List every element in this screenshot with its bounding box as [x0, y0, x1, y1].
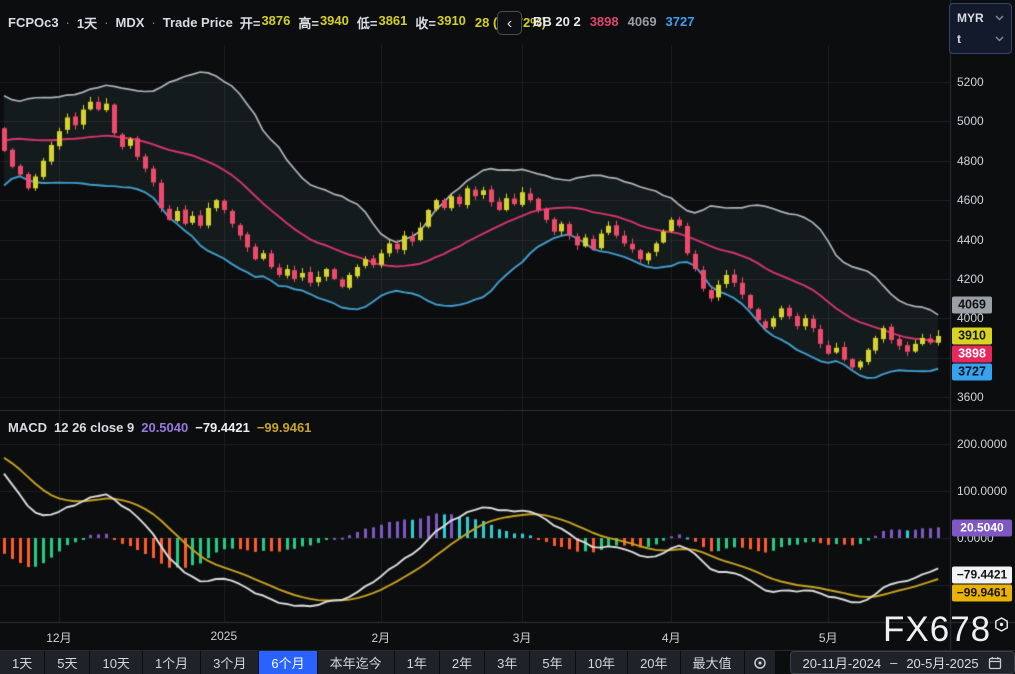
time-tick-label: 5月	[819, 629, 838, 646]
macd-line-value: −79.4421	[195, 420, 250, 435]
ohlc-value: 3940	[320, 13, 349, 32]
bb-title: BB 20 2	[533, 14, 581, 29]
range-button-1个月[interactable]: 1个月	[143, 651, 201, 674]
settings-button[interactable]	[745, 651, 776, 674]
ohlc-value: 3876	[261, 13, 290, 32]
price-tick-label: 4600	[957, 193, 984, 207]
unit-value: t	[957, 32, 961, 46]
macd-hist-value: 20.5040	[141, 420, 188, 435]
collapse-chevron-button[interactable]: ‹	[497, 11, 522, 35]
date-from: 20-11月-2024	[803, 653, 882, 672]
ohlc-value: 3861	[378, 13, 407, 32]
macd-badge: −79.4421	[952, 567, 1012, 584]
price-tick-label: 3600	[957, 390, 984, 404]
price-tick-label: 5000	[957, 114, 984, 128]
price-tick-label: 4200	[957, 272, 984, 286]
time-tick-label: 3月	[513, 629, 532, 646]
macd-badge: 20.5040	[952, 520, 1012, 537]
date-range-picker[interactable]: 20-11月-2024 – 20-5月-2025	[790, 651, 1015, 674]
calendar-icon	[988, 656, 1002, 670]
date-to: 20-5月-2025	[906, 653, 978, 672]
macd-params: 12 26 close 9	[54, 420, 134, 435]
range-button-本年迄今[interactable]: 本年迄今	[318, 651, 395, 674]
range-button-最大值[interactable]: 最大值	[681, 651, 745, 674]
range-button-1年[interactable]: 1年	[395, 651, 440, 674]
ohlc-value: 3910	[437, 13, 466, 32]
price-tick-label: 4000	[957, 311, 984, 325]
price-badge: 3910	[952, 327, 992, 344]
range-button-6个月[interactable]: 6个月	[259, 651, 317, 674]
currency-unit-selector: MYR t	[949, 3, 1012, 54]
range-button-1天[interactable]: 1天	[0, 651, 45, 674]
time-tick-label: 12月	[46, 629, 71, 646]
price-chart-canvas[interactable]	[0, 0, 1015, 674]
trading-chart-app: FCPOc3 · 1天 · MDX · Trade Price 开=3876 高=…	[0, 0, 1015, 674]
bb-lower-value: 3727	[666, 14, 695, 29]
ohlc-pair: 开=3876	[240, 13, 291, 32]
ohlc-pair: 收=3910	[415, 13, 466, 32]
ohlc-label: 收=	[415, 13, 436, 32]
price-badge: 3727	[952, 363, 992, 380]
ohlc-pair: 低=3861	[357, 13, 408, 32]
separator-dot: ·	[104, 15, 108, 30]
range-button-5天[interactable]: 5天	[45, 651, 90, 674]
macd-indicator-header[interactable]: MACD 12 26 close 9 20.5040 −79.4421 −99.…	[8, 420, 311, 435]
chevron-down-icon	[995, 36, 1004, 42]
range-buttons: 1天5天10天1个月3个月6个月本年迄今1年2年3年5年10年20年最大值	[0, 651, 745, 674]
price-tick-label: 4800	[957, 154, 984, 168]
range-button-20年[interactable]: 20年	[628, 651, 680, 674]
settings-icon	[753, 656, 767, 670]
watermark-text: FX678	[883, 612, 991, 647]
time-tick-label: 2月	[371, 629, 390, 646]
time-tick-label: 4月	[662, 629, 681, 646]
price-tick-label: 5200	[957, 75, 984, 89]
separator-dot: ·	[151, 15, 155, 30]
currency-value: MYR	[957, 11, 984, 25]
range-button-10天[interactable]: 10天	[90, 651, 142, 674]
time-tick-label: 2025	[210, 629, 237, 643]
exchange-label: MDX	[116, 15, 145, 30]
macd-tick-label: 100.0000	[957, 484, 1007, 498]
range-button-2年[interactable]: 2年	[440, 651, 485, 674]
watermark-logo-icon	[994, 617, 1009, 632]
ohlc-label: 低=	[357, 13, 378, 32]
bb-mid-value: 3898	[590, 14, 619, 29]
ohlc-label: 高=	[298, 13, 319, 32]
ohlc-label: 开=	[240, 13, 261, 32]
range-button-10年[interactable]: 10年	[576, 651, 628, 674]
separator-dot: ·	[66, 15, 70, 30]
currency-dropdown[interactable]: MYR	[957, 11, 1004, 25]
macd-tick-label: 200.0000	[957, 437, 1007, 451]
range-toolbar: 1天5天10天1个月3个月6个月本年迄今1年2年3年5年10年20年最大值 20…	[0, 650, 1015, 674]
symbol-name[interactable]: FCPOc3	[8, 15, 59, 30]
macd-badge: −99.9461	[952, 585, 1012, 602]
interval-label[interactable]: 1天	[77, 13, 97, 32]
range-button-5年[interactable]: 5年	[530, 651, 575, 674]
ohlc-values: 开=3876 高=3940 低=3861 收=3910	[240, 13, 466, 32]
macd-signal-value: −99.9461	[257, 420, 312, 435]
ohlc-pair: 高=3940	[298, 13, 349, 32]
series-type-label: Trade Price	[163, 15, 233, 30]
range-button-3年[interactable]: 3年	[485, 651, 530, 674]
price-badge: 4069	[952, 296, 992, 313]
chevron-down-icon	[995, 15, 1004, 21]
bb-upper-value: 4069	[628, 14, 657, 29]
bb-indicator-header[interactable]: BB 20 2 3898 4069 3727	[533, 14, 694, 29]
date-separator: –	[890, 655, 897, 670]
symbol-header: FCPOc3 · 1天 · MDX · Trade Price 开=3876 高=…	[8, 13, 546, 32]
watermark-fx678: FX678	[883, 612, 1009, 647]
price-badge: 3898	[952, 345, 992, 362]
range-button-3个月[interactable]: 3个月	[201, 651, 259, 674]
unit-dropdown[interactable]: t	[957, 32, 1004, 46]
macd-title: MACD	[8, 420, 47, 435]
price-tick-label: 4400	[957, 233, 984, 247]
